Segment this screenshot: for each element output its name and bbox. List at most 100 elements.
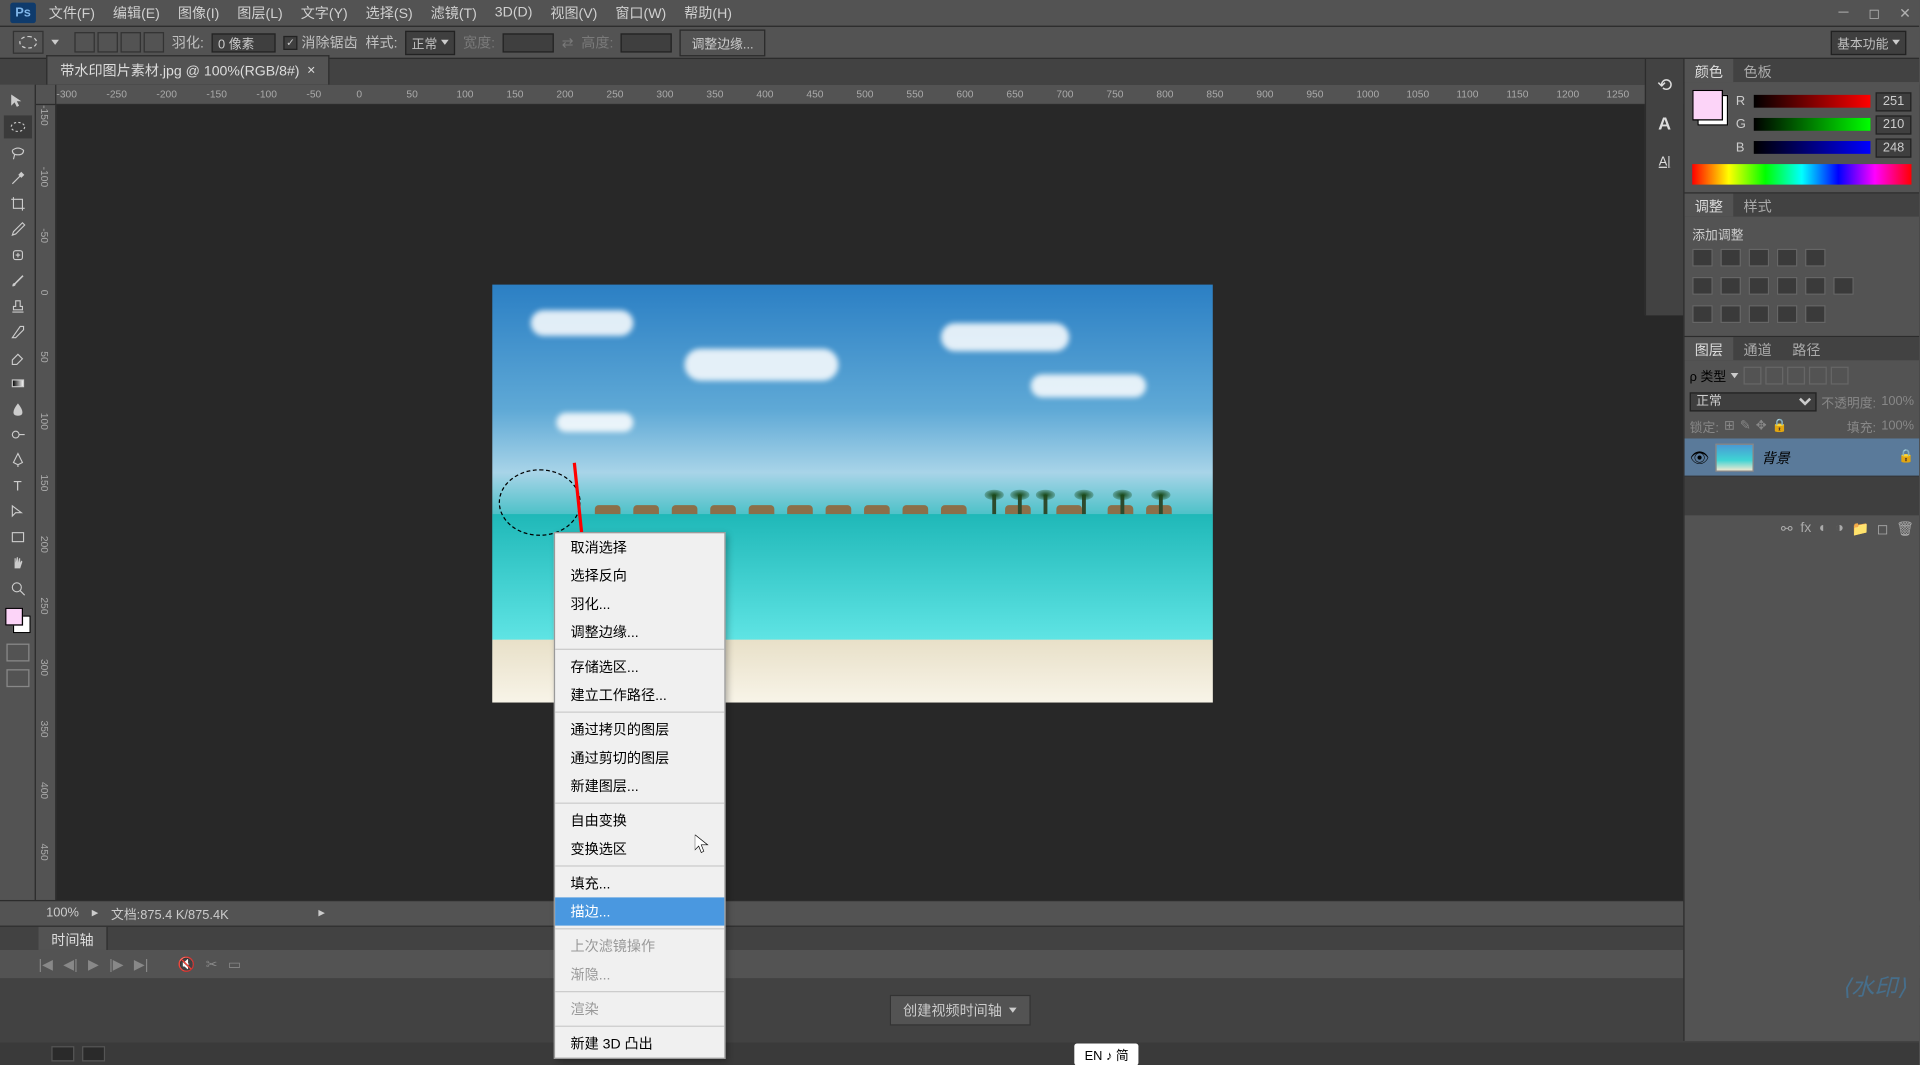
context-menu-item[interactable]: 通过拷贝的图层 (555, 715, 724, 743)
posterize-icon[interactable] (1720, 305, 1741, 323)
context-menu-item[interactable]: 自由变换 (555, 806, 724, 834)
context-menu-item[interactable]: 通过剪切的图层 (555, 744, 724, 772)
stamp-tool[interactable] (3, 295, 31, 318)
exposure-icon[interactable] (1777, 249, 1798, 267)
blur-tool[interactable] (3, 397, 31, 420)
r-slider[interactable] (1754, 95, 1871, 108)
pen-tool[interactable] (3, 449, 31, 472)
menu-select[interactable]: 选择(S) (366, 3, 413, 24)
paragraph-panel-icon[interactable]: A| (1652, 149, 1678, 175)
history-panel-icon[interactable]: ⟲ (1652, 72, 1678, 98)
timeline-prev-frame[interactable]: ◀| (63, 956, 78, 973)
menu-3d[interactable]: 3D(D) (495, 5, 533, 20)
timeline-next-frame[interactable]: |▶ (109, 956, 124, 973)
hue-icon[interactable] (1692, 277, 1713, 295)
timeline-first-frame[interactable]: |◀ (38, 956, 53, 973)
ruler-origin[interactable] (36, 85, 57, 106)
gradient-map-icon[interactable] (1777, 305, 1798, 323)
move-tool[interactable] (3, 90, 31, 113)
layer-visibility-icon[interactable]: 👁 (1690, 448, 1708, 466)
context-menu-item[interactable]: 取消选择 (555, 533, 724, 561)
context-menu-item[interactable]: 变换选区 (555, 835, 724, 863)
g-slider[interactable] (1754, 118, 1871, 131)
menu-edit[interactable]: 编辑(E) (113, 3, 160, 24)
selection-add-icon[interactable] (97, 32, 118, 53)
magic-wand-tool[interactable] (3, 167, 31, 190)
delete-layer-icon[interactable]: 🗑 (1896, 520, 1914, 537)
type-tool[interactable]: T (3, 474, 31, 497)
timeline-audio-icon[interactable]: 🔇 (178, 956, 196, 973)
selective-color-icon[interactable] (1805, 305, 1826, 323)
adjustments-tab[interactable]: 调整 (1685, 194, 1734, 217)
workspace-switcher[interactable]: 基本功能 (1831, 30, 1907, 54)
selection-intersect-icon[interactable] (144, 32, 165, 53)
document-tab[interactable]: 带水印图片素材.jpg @ 100%(RGB/8#) × (46, 55, 329, 84)
eraser-tool[interactable] (3, 346, 31, 369)
g-value[interactable] (1876, 115, 1912, 134)
menu-view[interactable]: 视图(V) (550, 3, 597, 24)
lock-transparency-icon[interactable]: ⊞ (1724, 419, 1735, 433)
styles-tab[interactable]: 样式 (1733, 194, 1782, 217)
dropdown-icon[interactable] (51, 40, 59, 45)
menu-filter[interactable]: 滤镜(T) (431, 3, 477, 24)
zoom-dropdown-icon[interactable]: ▸ (92, 906, 98, 920)
foreground-color-swatch[interactable] (4, 608, 22, 626)
tool-preset-picker[interactable] (13, 31, 44, 54)
elliptical-selection[interactable] (499, 469, 581, 536)
timeline-split-icon[interactable]: ✂ (206, 956, 218, 973)
style-dropdown[interactable]: 正常 (405, 30, 455, 54)
zoom-level[interactable]: 100% (46, 906, 79, 920)
r-value[interactable] (1876, 92, 1912, 111)
opacity-value[interactable]: 100% (1881, 395, 1914, 409)
zoom-tool[interactable] (3, 577, 31, 600)
selection-subtract-icon[interactable] (121, 32, 142, 53)
menu-help[interactable]: 帮助(H) (684, 3, 732, 24)
new-layer-icon[interactable]: ◻ (1877, 520, 1889, 537)
menu-type[interactable]: 文字(Y) (301, 3, 348, 24)
swatches-tab[interactable]: 色板 (1733, 59, 1782, 82)
curves-icon[interactable] (1749, 249, 1770, 267)
photo-filter-icon[interactable] (1777, 277, 1798, 295)
blend-mode-select[interactable]: 正常 (1690, 392, 1816, 411)
threshold-icon[interactable] (1749, 305, 1770, 323)
invert-icon[interactable] (1692, 305, 1713, 323)
new-group-icon[interactable]: 📁 (1851, 520, 1869, 537)
new-fill-layer-icon[interactable]: ◑ (1835, 520, 1844, 537)
dodge-tool[interactable] (3, 423, 31, 446)
layer-mask-icon[interactable]: ◐ (1819, 520, 1828, 537)
context-menu-item[interactable]: 新建 3D 凸出 (555, 1029, 724, 1057)
filter-adjustment-icon[interactable] (1766, 366, 1784, 384)
fill-value[interactable]: 100% (1881, 419, 1914, 433)
document-tab-close[interactable]: × (307, 63, 315, 78)
context-menu-item[interactable]: 描边... (555, 897, 724, 925)
filter-smart-icon[interactable] (1831, 366, 1849, 384)
context-menu-item[interactable]: 羽化... (555, 590, 724, 618)
vertical-ruler[interactable]: -150-100-50050100150200250300350400450 (36, 105, 57, 900)
color-lookup-icon[interactable] (1833, 277, 1854, 295)
create-video-timeline-button[interactable]: 创建视频时间轴 (889, 995, 1030, 1026)
context-menu-item[interactable]: 填充... (555, 869, 724, 897)
ime-indicator[interactable]: EN ♪ 简 (1074, 1043, 1139, 1065)
b-slider[interactable] (1754, 141, 1871, 154)
lock-pixels-icon[interactable]: ✎ (1740, 419, 1751, 433)
filter-pixel-icon[interactable] (1744, 366, 1762, 384)
crop-tool[interactable] (3, 192, 31, 215)
canvas[interactable] (56, 105, 1919, 900)
healing-brush-tool[interactable] (3, 244, 31, 267)
close-button[interactable]: ✕ (1891, 3, 1919, 24)
context-menu-item[interactable]: 建立工作路径... (555, 681, 724, 709)
screen-mode-button[interactable] (6, 669, 29, 687)
selection-new-icon[interactable] (74, 32, 95, 53)
menu-file[interactable]: 文件(F) (49, 3, 95, 24)
timeline-play[interactable]: ▶ (88, 956, 99, 973)
layer-style-icon[interactable]: fx (1800, 520, 1811, 537)
refine-edge-button[interactable]: 调整边缘... (680, 29, 765, 56)
marquee-tool[interactable] (3, 115, 31, 138)
character-panel-icon[interactable]: A (1652, 110, 1678, 136)
layer-thumbnail[interactable] (1715, 443, 1753, 471)
minimize-button[interactable]: ─ (1829, 3, 1857, 24)
channel-mixer-icon[interactable] (1805, 277, 1826, 295)
context-menu-item[interactable]: 存储选区... (555, 653, 724, 681)
menu-layer[interactable]: 图层(L) (237, 3, 282, 24)
lock-all-icon[interactable]: 🔒 (1772, 419, 1788, 433)
